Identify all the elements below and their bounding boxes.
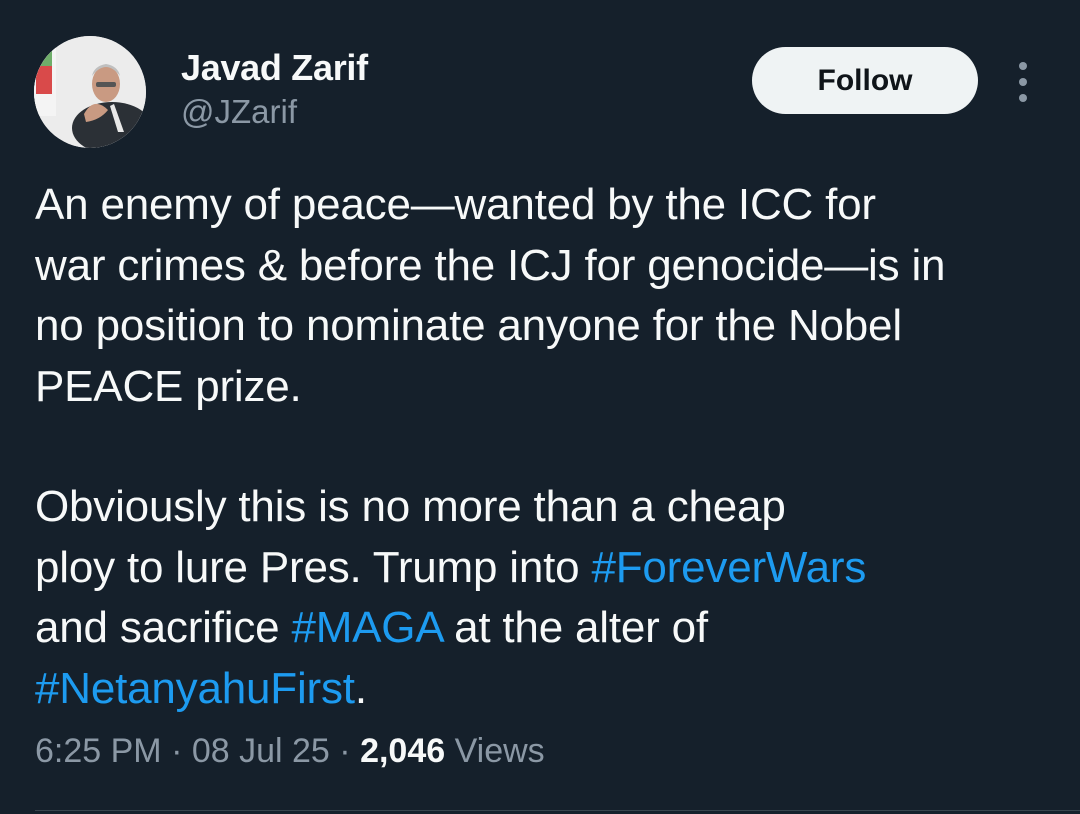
tweet-line: #NetanyahuFirst. (35, 659, 1045, 720)
tweet-line: ploy to lure Pres. Trump into #ForeverWa… (35, 538, 1045, 599)
tweet-text-segment: at the alter of (442, 603, 708, 652)
tweet-text-segment: and sacrifice (35, 603, 292, 652)
divider (35, 810, 1080, 811)
tweet-line: An enemy of peace—wanted by the ICC for (35, 180, 876, 229)
follow-button[interactable]: Follow (752, 47, 978, 114)
tweet-line: war crimes & before the ICJ for genocide… (35, 240, 946, 290)
meta-separator: · (161, 732, 192, 770)
tweet-date[interactable]: 08 Jul 25 (192, 732, 330, 770)
author-handle[interactable]: @JZarif (181, 93, 297, 131)
tweet-meta: 6:25 PM · 08 Jul 25 · 2,046 Views (35, 732, 545, 771)
more-dot (1019, 62, 1027, 70)
tweet-line: PEACE prize. (35, 361, 302, 411)
tweet-line: and sacrifice #MAGA at the alter of (35, 598, 1045, 659)
hashtag-link[interactable]: #NetanyahuFirst (35, 664, 355, 713)
more-options-icon[interactable] (1010, 62, 1036, 102)
tweet-text-segment: ploy to lure Pres. Trump into (35, 542, 592, 592)
hashtag-link[interactable]: #ForeverWars (591, 543, 866, 592)
meta-separator: · (329, 732, 361, 770)
tweet-line: no position to nominate anyone for the N… (35, 301, 902, 350)
profile-photo (34, 36, 146, 148)
tweet-time[interactable]: 6:25 PM (35, 732, 162, 770)
hashtag-link[interactable]: #MAGA (291, 603, 442, 652)
views-label: Views (445, 732, 545, 770)
tweet-text: An enemy of peace—wanted by the ICC for … (35, 175, 1045, 719)
author-name[interactable]: Javad Zarif (181, 47, 368, 89)
tweet-line: Obviously this is no more than a cheap (35, 482, 786, 531)
views-count[interactable]: 2,046 (360, 732, 445, 770)
tweet-text-segment: . (354, 663, 367, 713)
avatar[interactable] (34, 36, 146, 148)
more-dot (1019, 78, 1027, 86)
more-dot (1019, 94, 1027, 102)
